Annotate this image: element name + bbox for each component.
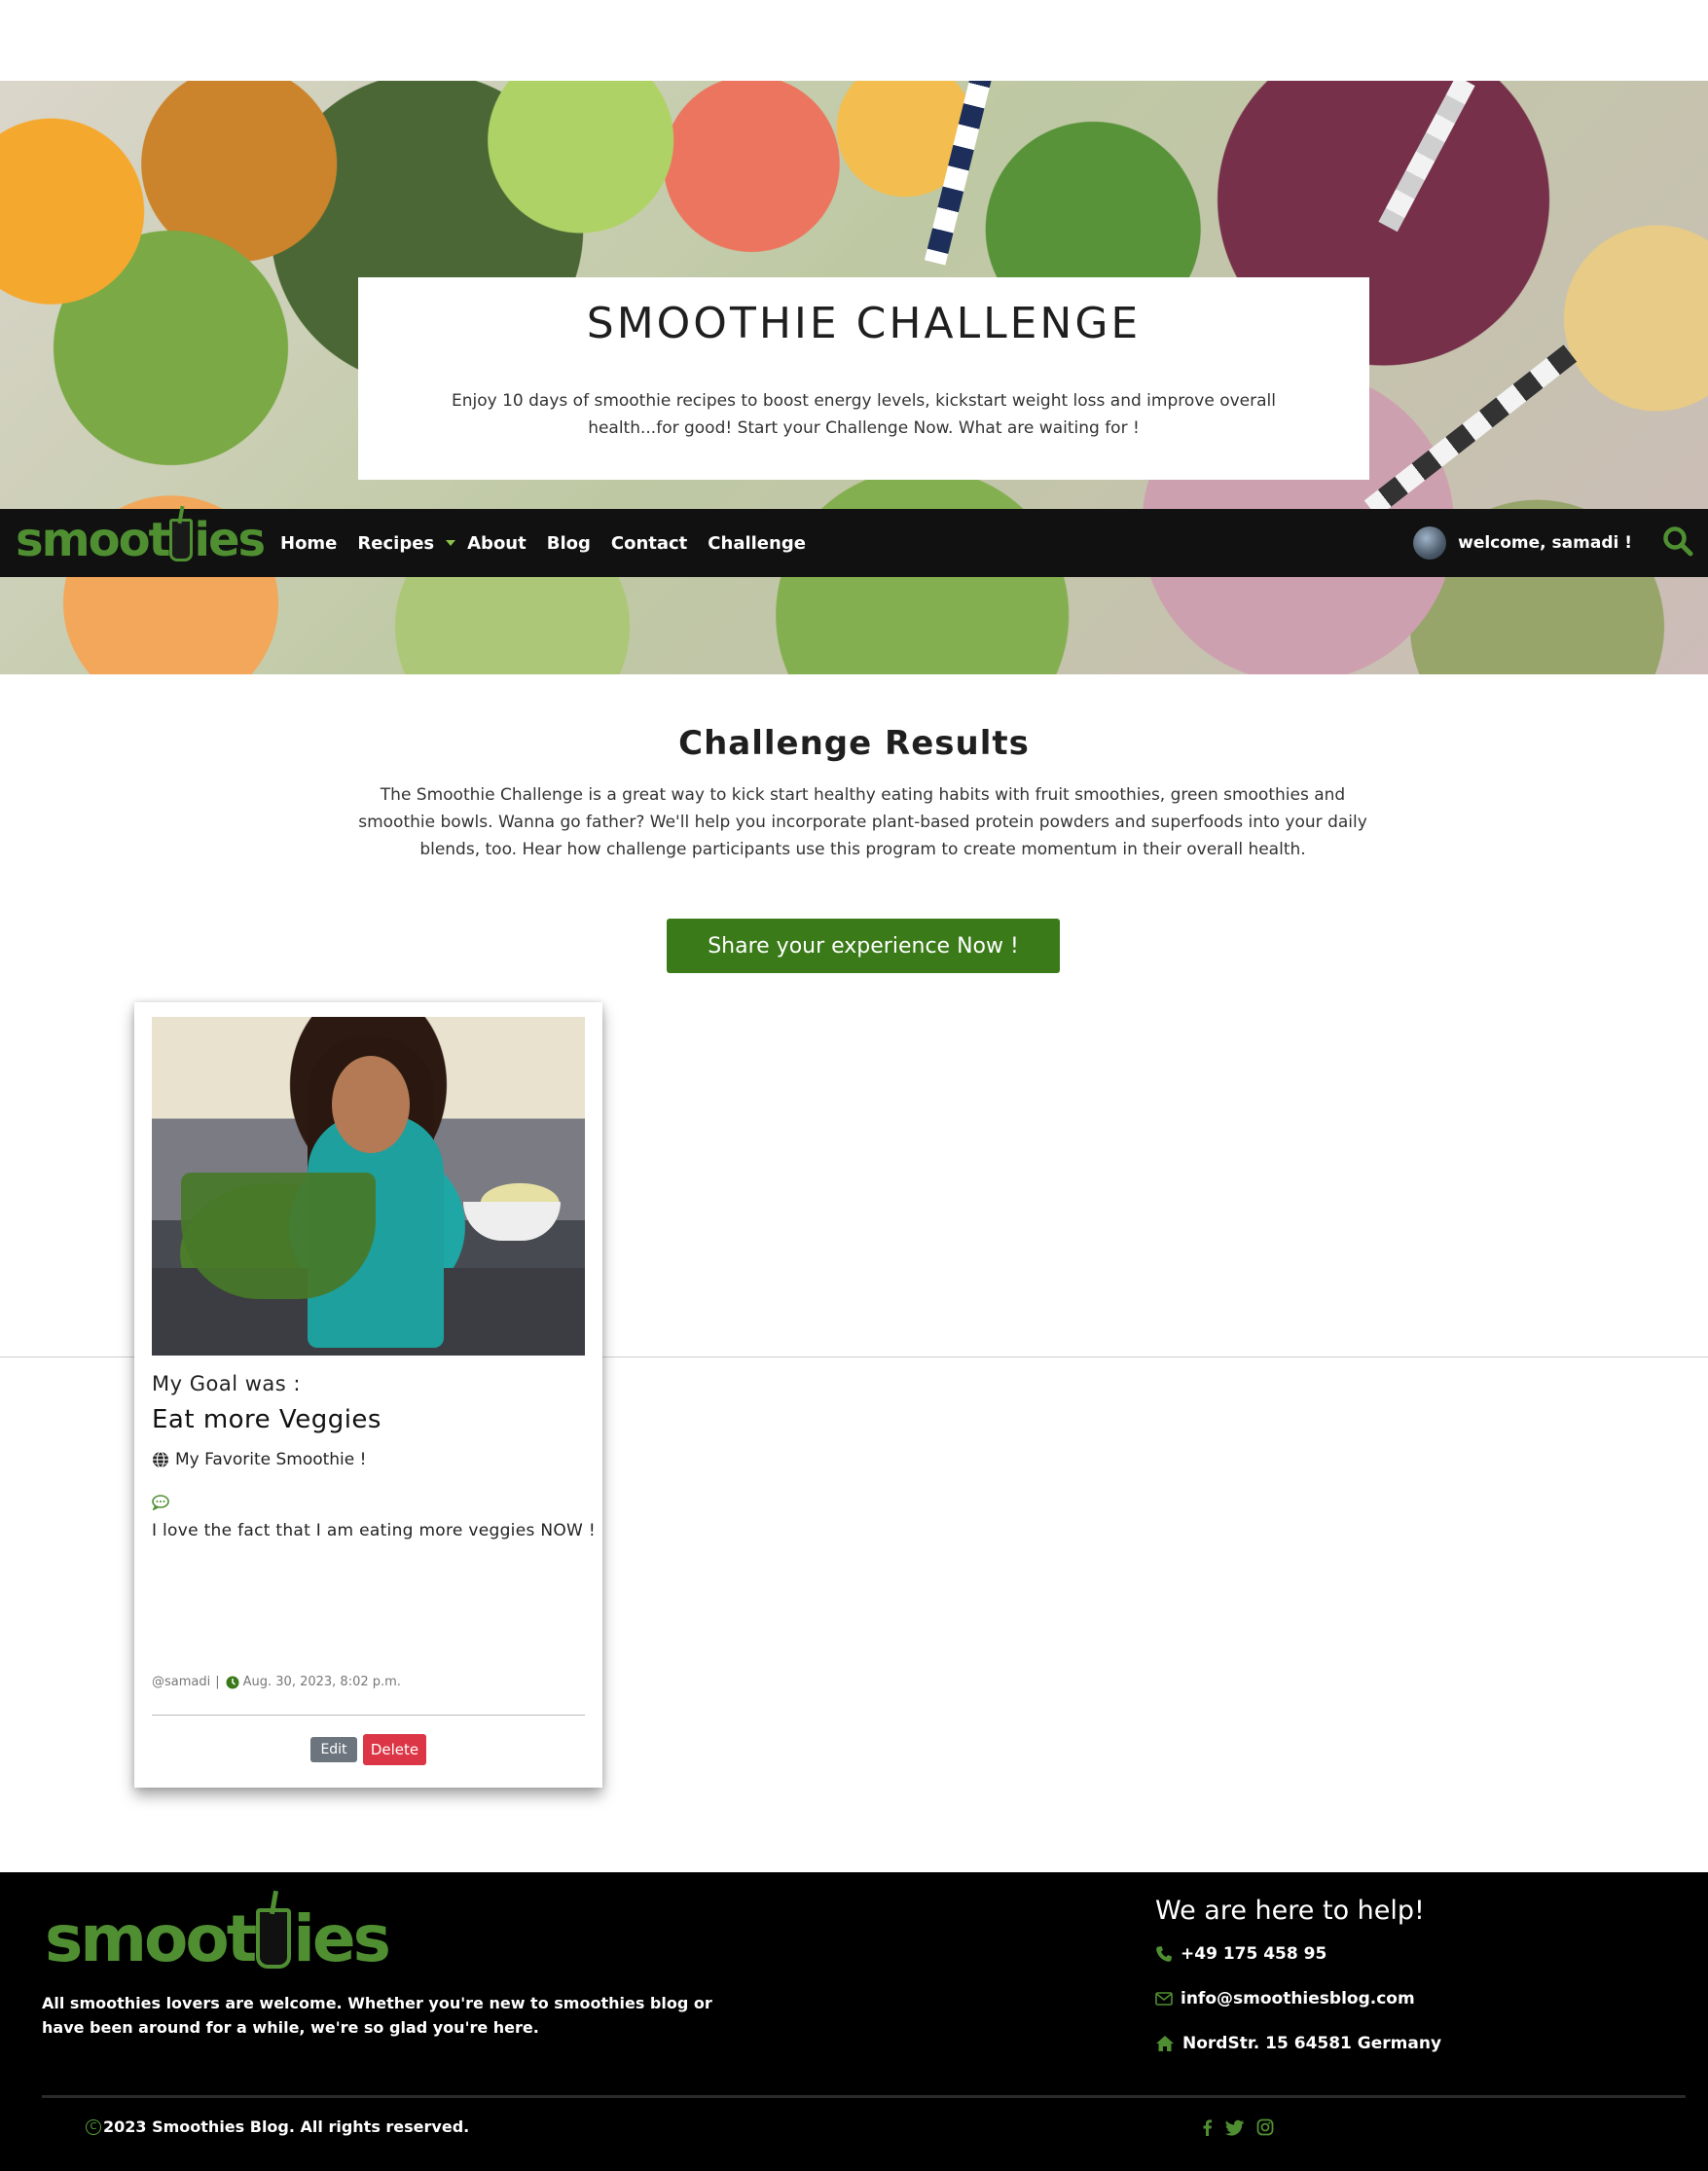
nav-challenge[interactable]: Challenge [708, 533, 806, 554]
search-icon[interactable] [1661, 525, 1694, 558]
straw-decoration [1378, 81, 1475, 233]
clock-icon [226, 1676, 239, 1688]
address-text: NordStr. 15 64581 Germany [1182, 2034, 1442, 2053]
hero-text: Enjoy 10 days of smoothie recipes to boo… [452, 391, 1276, 438]
footer-divider [42, 2095, 1686, 2098]
comment-text: I love the fact that I am eating more ve… [152, 1521, 596, 1540]
user-menu[interactable]: welcome, samadi ! [1413, 509, 1632, 577]
comment-icon [152, 1495, 169, 1514]
hero-banner: SMOOTHIE CHALLENGE Enjoy 10 days of smoo… [0, 81, 1708, 674]
globe-icon [153, 1451, 168, 1468]
cup-icon [169, 519, 194, 561]
nav-blog[interactable]: Blog [547, 533, 591, 554]
straw-decoration [924, 81, 996, 266]
nav-home[interactable]: Home [280, 533, 337, 554]
straw-decoration [1363, 344, 1578, 518]
author-handle: @samadi [152, 1675, 211, 1689]
nav-contact[interactable]: Contact [611, 533, 687, 554]
contact-email[interactable]: info@smoothiesblog.com [1155, 1989, 1415, 2008]
post-meta: @samadi | Aug. 30, 2023, 8:02 p.m. [152, 1675, 401, 1689]
footer-description: All smoothies lovers are welcome. Whethe… [42, 1994, 712, 2037]
meta-separator: | [215, 1675, 220, 1689]
goal-label: My Goal was : [152, 1372, 301, 1395]
card-image [152, 1017, 585, 1356]
avatar[interactable] [1413, 526, 1447, 560]
hero-card: SMOOTHIE CHALLENGE Enjoy 10 days of smoo… [358, 277, 1369, 480]
phone-number: +49 175 458 95 [1181, 1944, 1327, 1964]
social-links [1200, 2118, 1274, 2136]
delete-button[interactable]: Delete [363, 1734, 426, 1765]
nav-links: Home Recipes About Blog Contact Challeng… [280, 509, 826, 577]
goal-title: Eat more Veggies [152, 1405, 382, 1434]
phone-icon [1156, 1946, 1172, 1962]
copyright: C 2023 Smoothies Blog. All rights reserv… [86, 2117, 469, 2136]
brand-prefix: smoot [16, 513, 170, 567]
favorite-smoothie-link[interactable]: My Favorite Smoothie ! [152, 1450, 366, 1469]
hero-title: SMOOTHIE CHALLENGE [586, 299, 1142, 348]
help-title: We are here to help! [1155, 1896, 1425, 1926]
cup-icon [256, 1908, 292, 1969]
facebook-icon[interactable] [1200, 2118, 1214, 2136]
email-address: info@smoothiesblog.com [1181, 1989, 1415, 2008]
contact-address: NordStr. 15 64581 Germany [1155, 2034, 1441, 2053]
envelope-icon [1155, 1992, 1173, 2006]
welcome-text[interactable]: welcome, samadi ! [1458, 533, 1632, 553]
post-date: Aug. 30, 2023, 8:02 p.m. [242, 1675, 401, 1689]
section-text: The Smoothie Challenge is a great way to… [358, 785, 1367, 859]
card-divider [152, 1715, 585, 1716]
footer-logo[interactable]: smoot ies [45, 1901, 391, 1976]
edit-button[interactable]: Edit [310, 1737, 357, 1762]
copyright-text: 2023 Smoothies Blog. All rights reserved… [103, 2117, 470, 2136]
nav-recipes-label: Recipes [357, 532, 435, 554]
chevron-down-icon [446, 539, 456, 546]
footer: smoot ies All smoothies lovers are welcom… [0, 1872, 1708, 2171]
copyright-icon: C [86, 2118, 101, 2135]
result-card: My Goal was : Eat more Veggies My Favori… [134, 1002, 602, 1788]
footer-brand-suffix: ies [293, 1901, 391, 1976]
contact-phone[interactable]: +49 175 458 95 [1155, 1944, 1326, 1964]
favorite-label: My Favorite Smoothie ! [175, 1450, 367, 1469]
twitter-icon[interactable] [1225, 2118, 1245, 2136]
brand-suffix: ies [194, 513, 266, 567]
section-title: Challenge Results [678, 724, 1030, 763]
home-icon [1156, 2036, 1174, 2051]
nav-recipes[interactable]: Recipes [357, 533, 467, 554]
footer-brand-prefix: smoot [45, 1901, 257, 1976]
navbar: smoot ies Home Recipes About Blog Contact… [0, 509, 1708, 577]
nav-about[interactable]: About [467, 533, 527, 554]
share-experience-button[interactable]: Share your experience Now ! [667, 919, 1060, 973]
brand-logo[interactable]: smoot ies [16, 513, 266, 567]
instagram-icon[interactable] [1256, 2118, 1274, 2136]
